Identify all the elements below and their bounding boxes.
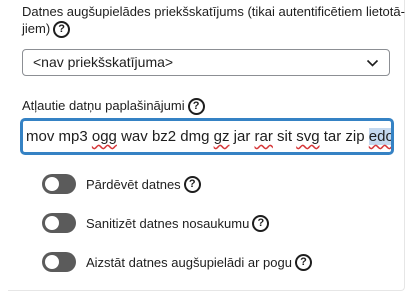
ext-word: mov: [26, 128, 55, 145]
toggle-label: Pārdēvēt datnes: [86, 176, 181, 192]
help-icon[interactable]: ?: [183, 175, 201, 193]
help-icon[interactable]: ?: [187, 98, 205, 116]
ext-word: zip: [345, 128, 365, 145]
rename-files-toggle[interactable]: [42, 174, 76, 194]
toggle-row-sanitize: Sanitizēt datnes nosaukumu ?: [42, 213, 270, 233]
toggle-row-rename: Pārdēvēt datnes ?: [42, 174, 201, 194]
help-icon[interactable]: ?: [294, 253, 312, 271]
ext-word: svg: [296, 128, 320, 145]
ext-word: edoc: [368, 128, 391, 145]
ext-word: sit: [277, 128, 293, 145]
extensions-input[interactable]: mov mp3 ogg wav bz2 dmg gz jar rar sit s…: [21, 119, 393, 154]
ext-word: wav: [121, 128, 148, 145]
ext-word: rar: [254, 128, 273, 145]
ext-word: mp3: [58, 128, 88, 145]
sanitize-filename-toggle[interactable]: [42, 213, 76, 233]
ext-word: jar: [233, 128, 251, 145]
toggle-row-button: Aizstāt datnes augšupielādi ar pogu ?: [42, 252, 312, 272]
ext-word: ogg: [91, 128, 117, 145]
toggle-label: Aizstāt datnes augšupielādi ar pogu: [86, 254, 292, 270]
preview-select[interactable]: <nav priekšskatījuma>: [22, 49, 390, 76]
chevron-down-icon: [366, 59, 379, 67]
ext-word: bz2: [151, 128, 177, 145]
toggle-label: Sanitizēt datnes nosaukumu: [86, 215, 250, 231]
help-icon[interactable]: ?: [252, 214, 270, 232]
preview-label: Datnes augšupielādes priekšskatījums (ti…: [22, 3, 405, 39]
extensions-label: Atļautie datņu paplašinājumi?: [22, 97, 205, 116]
ext-word: dmg: [180, 128, 210, 145]
help-icon[interactable]: ?: [53, 21, 71, 39]
replace-upload-toggle[interactable]: [42, 252, 76, 272]
ext-word: tar: [323, 128, 342, 145]
ext-word: gz: [213, 128, 230, 145]
preview-select-value: <nav priekšskatījuma>: [33, 54, 174, 70]
